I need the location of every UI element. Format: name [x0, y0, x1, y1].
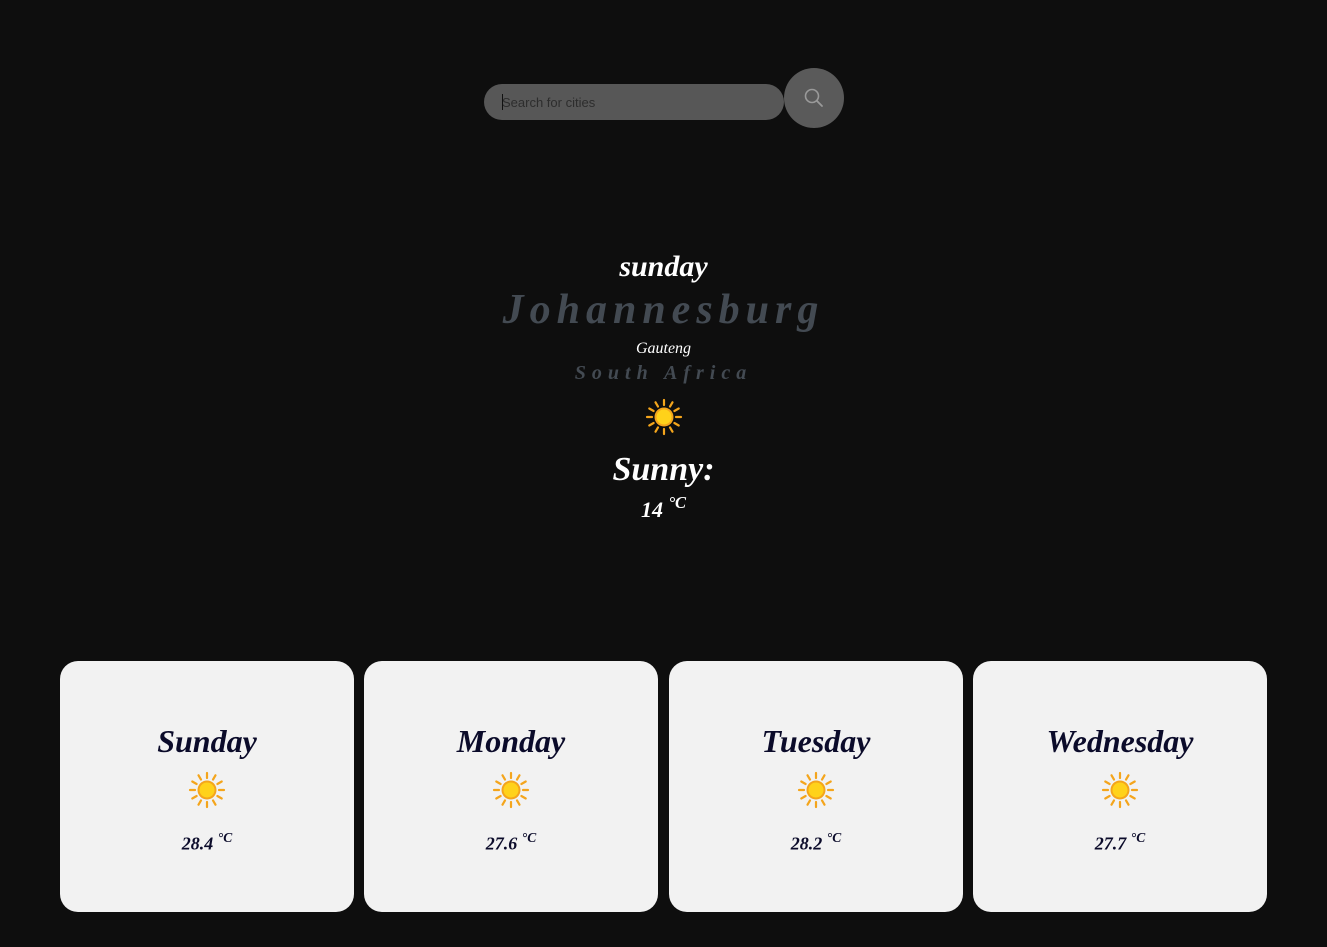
search-input[interactable]	[484, 84, 784, 120]
forecast-card[interactable]: Monday 27.6 °C	[364, 661, 658, 912]
forecast-temp-unit: °C	[217, 830, 233, 845]
forecast-temperature: 27.6 °C	[364, 827, 658, 854]
region-name: Gauteng	[635, 340, 692, 357]
forecast-temp-value: 28.4	[181, 833, 214, 854]
sun-icon	[492, 771, 530, 809]
sun-icon	[1101, 771, 1139, 809]
weather-app: sunday Johannesburg Gauteng South Africa…	[0, 0, 1327, 947]
forecast-card[interactable]: Sunday 28.4 °C	[60, 661, 354, 912]
forecast-day: Sunday	[157, 723, 257, 759]
forecast-icon-wrap	[364, 771, 658, 809]
forecast-temp-unit: °C	[1130, 830, 1146, 845]
text-caret	[502, 94, 503, 110]
search-button[interactable]	[784, 68, 844, 128]
forecast-icon-wrap	[973, 771, 1267, 809]
current-weather-icon-wrap	[0, 398, 1327, 436]
current-day: sunday	[619, 250, 708, 283]
forecast-temperature: 27.7 °C	[973, 827, 1267, 854]
current-temperature: 14 °C	[0, 490, 1327, 523]
forecast-temperature: 28.2 °C	[669, 827, 963, 854]
forecast-icon-wrap	[60, 771, 354, 809]
current-temp-unit: °C	[668, 493, 687, 512]
search-icon	[804, 88, 823, 107]
forecast-temperature: 28.4 °C	[60, 827, 354, 854]
search-bar	[484, 68, 844, 128]
city-name: Johannesburg	[502, 287, 825, 333]
forecast-temp-value: 27.6	[485, 833, 518, 854]
forecast-day: Tuesday	[761, 723, 871, 759]
forecast-card[interactable]: Tuesday 28.2 °C	[669, 661, 963, 912]
forecast-temp-value: 28.2	[790, 833, 823, 854]
forecast-temp-value: 27.7	[1094, 833, 1127, 854]
forecast-list: Sunday 28.4 °C Monday 27.6 °C Tuesday 28…	[60, 661, 1267, 912]
forecast-temp-unit: °C	[521, 830, 537, 845]
sun-icon	[797, 771, 835, 809]
country-name: South Africa	[574, 362, 753, 384]
current-temp-value: 14	[640, 497, 663, 523]
current-weather: sunday Johannesburg Gauteng South Africa…	[0, 248, 1327, 523]
weather-condition: Sunny:	[612, 451, 715, 488]
forecast-temp-unit: °C	[826, 830, 842, 845]
sun-icon	[645, 398, 682, 436]
forecast-card[interactable]: Wednesday 27.7 °C	[973, 661, 1267, 912]
forecast-icon-wrap	[669, 771, 963, 809]
forecast-day: Wednesday	[1046, 723, 1194, 759]
forecast-day: Monday	[456, 723, 566, 759]
sun-icon	[188, 771, 226, 809]
